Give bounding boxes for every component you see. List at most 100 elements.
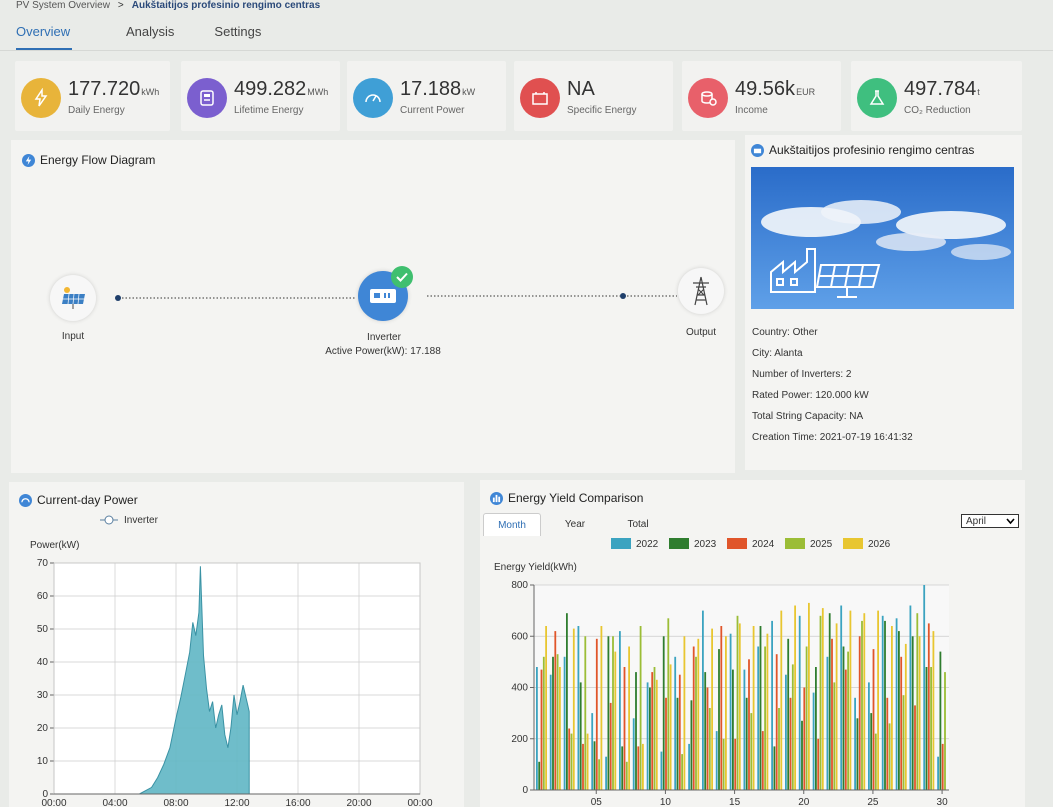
tab-settings[interactable]: Settings [214, 22, 261, 50]
yield-bar [791, 664, 794, 790]
kpi-label: CO₂ Reduction [904, 105, 971, 116]
yield-bar [556, 654, 559, 790]
yield-bar [667, 618, 670, 790]
yield-bar [805, 646, 808, 790]
y-tick-label: 10 [37, 756, 49, 767]
yield-bar [877, 610, 879, 790]
yield-bar [780, 610, 783, 790]
energy-yield-chart: 2022 2023 2024 2025 2026Energy Yield(kWh)020… [494, 538, 949, 807]
input-node[interactable] [50, 275, 96, 321]
yield-bar [778, 708, 780, 790]
yield-bar [831, 638, 833, 790]
yield-bar [872, 649, 875, 790]
yield-bar [771, 620, 773, 790]
yield-bar [729, 633, 732, 790]
yield-bar [902, 695, 905, 790]
yield-bar [761, 731, 764, 790]
yield-bar [847, 651, 849, 790]
yield-bar [743, 669, 746, 790]
yield-bar [579, 682, 582, 790]
legend-label: 2022 [636, 539, 659, 550]
yield-bar [833, 682, 836, 790]
gauge-small-icon [19, 493, 32, 507]
y-tick-label: 400 [511, 683, 528, 694]
yield-bar [785, 674, 787, 790]
yield-bar [900, 656, 903, 791]
legend-label: 2025 [810, 539, 833, 550]
kpi-value: 497.784 [904, 78, 977, 100]
output-node[interactable] [678, 268, 724, 314]
kpi-value: NA [567, 78, 595, 100]
yield-bar [669, 664, 672, 790]
yield-bar [858, 636, 861, 791]
kpi-lifetime-energy: 499.282MWh Lifetime Energy [181, 61, 340, 131]
legend-label: Inverter [124, 515, 159, 526]
legend-label: 2026 [868, 539, 891, 550]
legend-swatch [727, 538, 747, 549]
yield-bar [881, 615, 884, 791]
yield-bar [683, 636, 686, 791]
tab-overview[interactable]: Overview [16, 22, 72, 50]
inverter-icon [370, 289, 396, 303]
y-axis-label: Energy Yield(kWh) [494, 562, 577, 573]
yield-bar [566, 613, 568, 790]
lightning-icon [21, 78, 61, 118]
yield-bar [635, 672, 637, 790]
tab-analysis[interactable]: Analysis [126, 22, 174, 50]
yield-bar [925, 667, 928, 790]
yield-bar [598, 759, 600, 791]
yield-bar [835, 623, 838, 790]
meter-icon [187, 78, 227, 118]
x-tick-label: 30 [937, 797, 949, 807]
yield-bar [536, 667, 538, 790]
yield-bar [937, 756, 939, 790]
yield-bar [552, 656, 554, 791]
energy-flow-title: Energy Flow Diagram [22, 153, 155, 167]
yield-bar [944, 672, 946, 790]
yield-bar [623, 667, 626, 790]
x-tick-label: 05 [591, 797, 603, 807]
yield-bar [662, 636, 665, 791]
yield-bar [690, 700, 693, 790]
yield-bar [676, 697, 679, 791]
yield-bar [660, 751, 663, 790]
x-tick-label: 16:00 [285, 798, 310, 807]
yield-bar [563, 656, 566, 791]
yield-bar [697, 638, 700, 790]
yield-bar [904, 643, 907, 790]
kpi-daily-energy: 177.720kWh Daily Energy [15, 61, 170, 131]
month-select[interactable]: April [961, 514, 1019, 528]
yield-bar [932, 631, 935, 790]
y-tick-label: 20 [37, 723, 49, 734]
yield-bar [665, 697, 667, 791]
site-title-text: Aukštaitijos profesinio rengimo centras [769, 143, 975, 157]
site-string-capacity: Total String Capacity: NA [752, 411, 864, 422]
yield-bar [715, 731, 718, 790]
kpi-label: Income [735, 105, 768, 116]
yield-bar [595, 638, 598, 790]
yield-bar [927, 623, 930, 790]
yield-bar [821, 608, 824, 790]
main-tabs: Overview Analysis Settings [16, 22, 301, 50]
yield-bar [856, 718, 859, 791]
legend-label: 2023 [694, 539, 717, 550]
power-chart-title: Current-day Power [19, 493, 138, 507]
y-tick-label: 600 [511, 631, 528, 642]
solar-panel-icon [62, 287, 85, 309]
site-inverters: Number of Inverters: 2 [752, 369, 852, 380]
inverter-power: Active Power(kW): 17.188 [325, 346, 441, 357]
yield-bar [870, 713, 873, 790]
yield-bar [764, 646, 766, 790]
breadcrumb-root[interactable]: PV System Overview [16, 0, 110, 11]
yield-bar [542, 656, 545, 791]
kpi-specific-energy: NA Specific Energy [514, 61, 673, 131]
yield-bar [591, 713, 594, 790]
kpi-current-power: 17.188kW Current Power [347, 61, 506, 131]
x-tick-label: 10 [660, 797, 672, 807]
yield-bar [911, 636, 914, 791]
x-tick-label: 04:00 [102, 798, 127, 807]
yield-bar [702, 610, 704, 790]
yield-bar [538, 761, 541, 790]
yield-bar [930, 667, 932, 790]
energy-flow-title-text: Energy Flow Diagram [40, 153, 156, 167]
